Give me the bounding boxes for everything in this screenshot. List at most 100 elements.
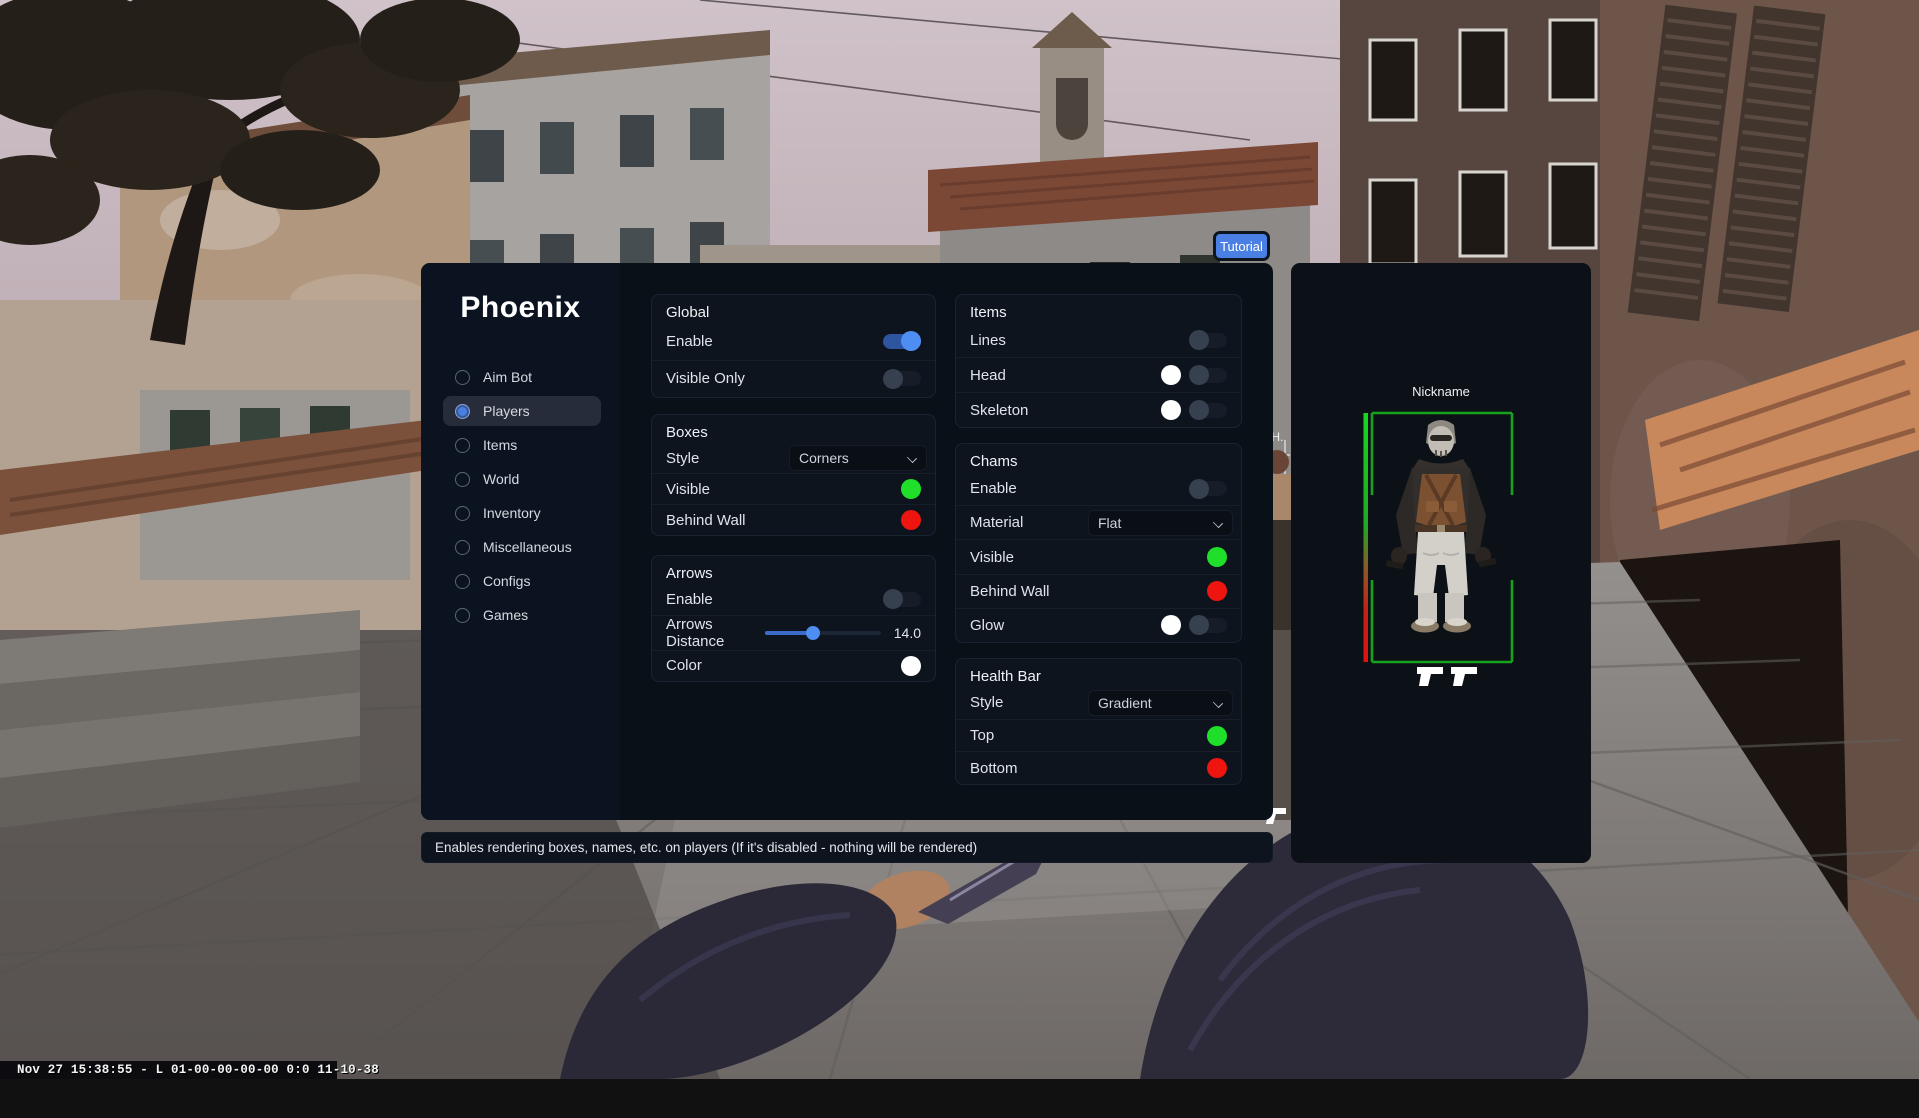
chams-behind-wall-color-swatch[interactable] — [1207, 581, 1227, 601]
nav-label: Items — [483, 437, 517, 453]
toggle-knob — [883, 369, 903, 389]
setting-label: Enable — [666, 333, 713, 350]
section-health-bar: Health Bar Style Gradient Top Bottom — [955, 658, 1242, 785]
setting-row: Visible — [956, 539, 1241, 573]
head-color-swatch[interactable] — [1161, 365, 1181, 385]
setting-label: Lines — [970, 332, 1006, 349]
nav-item-aim-bot[interactable]: Aim Bot — [443, 362, 601, 392]
setting-label: Material — [970, 514, 1023, 531]
setting-row: Enable — [652, 584, 935, 615]
chevron-down-icon — [1213, 518, 1223, 528]
behind-wall-color-swatch[interactable] — [901, 510, 921, 530]
toggle-knob — [1189, 615, 1209, 635]
health-bar-style-select[interactable]: Gradient — [1088, 690, 1233, 716]
setting-label: Behind Wall — [666, 512, 745, 529]
toggle-knob — [1189, 479, 1209, 499]
setting-row: Top — [956, 719, 1241, 752]
setting-row: Arrows Distance 14.0 — [652, 615, 935, 650]
setting-label: Visible — [970, 549, 1014, 566]
arrows-distance-slider[interactable] — [765, 626, 881, 640]
head-toggle[interactable] — [1189, 368, 1227, 383]
health-top-color-swatch[interactable] — [1207, 726, 1227, 746]
enable-toggle[interactable] — [883, 334, 921, 349]
setting-row: Head — [956, 357, 1241, 392]
toggle-knob — [901, 331, 921, 351]
nav-list: Aim Bot Players Items World Inventory Mi… — [421, 362, 620, 634]
preview-health-bar — [1364, 413, 1369, 662]
nav-label: Inventory — [483, 505, 541, 521]
select-value: Flat — [1098, 515, 1121, 531]
glow-color-swatch[interactable] — [1161, 615, 1181, 635]
nav-item-games[interactable]: Games — [443, 600, 601, 630]
setting-row: Skeleton — [956, 392, 1241, 427]
setting-row: Visible — [652, 473, 935, 504]
chams-material-select[interactable]: Flat — [1088, 510, 1233, 536]
health-bottom-color-swatch[interactable] — [1207, 758, 1227, 778]
nav-label: Aim Bot — [483, 369, 532, 385]
chevron-down-icon — [907, 453, 917, 463]
toggle-knob — [1189, 365, 1209, 385]
setting-label: Visible — [666, 481, 710, 498]
section-title: Chams — [956, 444, 1241, 472]
setting-row: Enable — [652, 323, 935, 360]
nav-item-configs[interactable]: Configs — [443, 566, 601, 596]
game-screen: ОН. Tutorial Phoenix Aim Bot — [0, 0, 1919, 1079]
chevron-down-icon — [1213, 698, 1223, 708]
setting-label: Enable — [970, 480, 1017, 497]
setting-label: Glow — [970, 617, 1004, 634]
nav-label: Configs — [483, 573, 530, 589]
demo-timestamp-text: Nov 27 15:38:55 - L 01-00-00-00-00 0:0 1… — [17, 1063, 379, 1077]
section-boxes: Boxes Style Corners Visible Behind Wall — [651, 414, 936, 536]
setting-row: Visible Only — [652, 360, 935, 398]
setting-label: Enable — [666, 591, 713, 608]
radio-icon — [455, 472, 470, 487]
skeleton-toggle[interactable] — [1189, 403, 1227, 418]
slider-value: 14.0 — [889, 625, 921, 641]
chams-enable-toggle[interactable] — [1189, 481, 1227, 496]
arrows-enable-toggle[interactable] — [883, 592, 921, 607]
demo-timestamp-hud: Nov 27 15:38:55 - L 01-00-00-00-00 0:0 1… — [0, 1061, 337, 1079]
status-text: Enables rendering boxes, names, etc. on … — [435, 840, 977, 855]
radio-checked-icon — [455, 404, 470, 419]
nav-item-items[interactable]: Items — [443, 430, 601, 460]
nav-label: World — [483, 471, 519, 487]
nav-item-miscellaneous[interactable]: Miscellaneous — [443, 532, 601, 562]
visible-color-swatch[interactable] — [901, 479, 921, 499]
setting-label: Behind Wall — [970, 583, 1049, 600]
setting-label: Arrows Distance — [666, 616, 765, 650]
section-title: Global — [652, 295, 935, 323]
chams-visible-color-swatch[interactable] — [1207, 547, 1227, 567]
toggle-knob — [1189, 400, 1209, 420]
setting-label: Bottom — [970, 760, 1018, 777]
setting-label: Style — [970, 694, 1003, 711]
toggle-knob — [883, 589, 903, 609]
tutorial-button[interactable]: Tutorial — [1213, 231, 1270, 261]
select-value: Gradient — [1098, 695, 1152, 711]
section-title: Items — [956, 295, 1241, 323]
setting-row: Lines — [956, 323, 1241, 357]
setting-row: Color — [652, 650, 935, 682]
sidebar: Phoenix Aim Bot Players Items World Inve… — [421, 263, 620, 820]
nav-label: Games — [483, 607, 528, 623]
section-items: Items Lines Head Skeleton — [955, 294, 1242, 428]
section-title: Arrows — [652, 556, 935, 584]
lines-toggle[interactable] — [1189, 333, 1227, 348]
nav-item-players[interactable]: Players — [443, 396, 601, 426]
esp-preview-panel: Nickname — [1291, 263, 1591, 863]
skeleton-color-swatch[interactable] — [1161, 400, 1181, 420]
setting-row: Style Gradient — [956, 687, 1241, 719]
radio-icon — [455, 506, 470, 521]
glow-toggle[interactable] — [1189, 618, 1227, 633]
setting-label: Head — [970, 367, 1006, 384]
setting-row: Glow — [956, 608, 1241, 642]
nav-item-inventory[interactable]: Inventory — [443, 498, 601, 528]
visible-only-toggle[interactable] — [883, 371, 921, 386]
esp-preview-render — [1291, 263, 1591, 863]
nav-item-world[interactable]: World — [443, 464, 601, 494]
section-arrows: Arrows Enable Arrows Distance 14.0 — [651, 555, 936, 682]
setting-row: Bottom — [956, 751, 1241, 784]
boxes-style-select[interactable]: Corners — [789, 445, 927, 471]
arrows-color-swatch[interactable] — [901, 656, 921, 676]
slider-knob[interactable] — [806, 626, 820, 640]
menu-title: Phoenix — [421, 291, 620, 325]
